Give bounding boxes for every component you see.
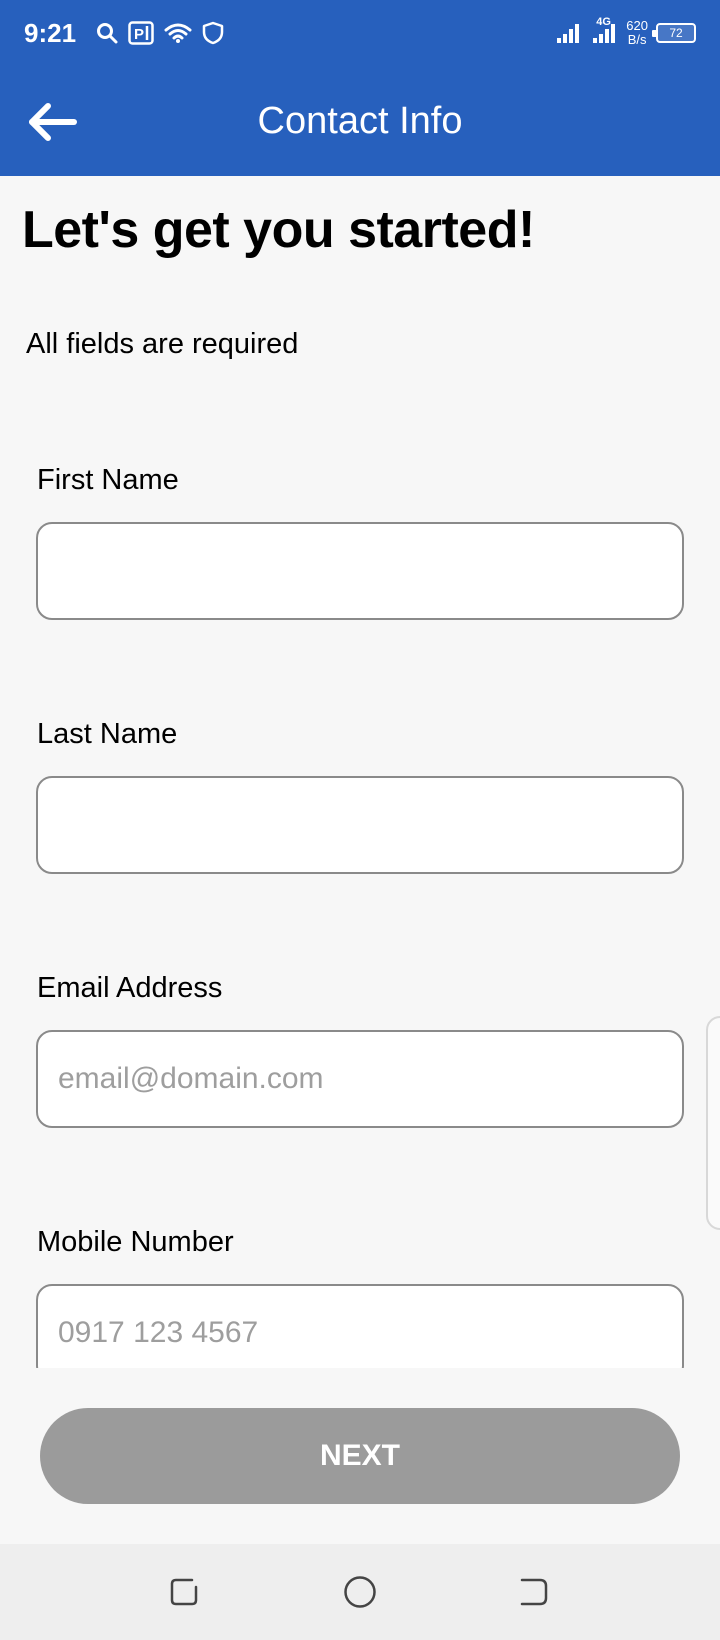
- network-speed-unit: B/s: [627, 32, 647, 47]
- network-speed: 620 B/s: [626, 19, 648, 47]
- svg-text:P: P: [134, 26, 144, 43]
- first-name-field[interactable]: [36, 522, 684, 620]
- status-bar-right: 4G 620 B/s 72: [546, 16, 696, 47]
- parking-icon: P: [128, 21, 154, 45]
- signal-4g-icon: 4G: [592, 16, 618, 44]
- last-name-label: Last Name: [37, 718, 178, 750]
- back-icon[interactable]: [512, 1570, 556, 1614]
- search-icon: [96, 22, 118, 44]
- status-time: 9:21: [24, 17, 77, 48]
- next-button[interactable]: NEXT: [40, 1408, 680, 1504]
- edge-panel-handle[interactable]: [706, 1016, 720, 1230]
- page-title: Contact Info: [257, 100, 463, 142]
- shield-icon: [202, 21, 224, 45]
- battery-icon: 72: [652, 23, 696, 43]
- signal-icon: [556, 22, 582, 44]
- mobile-number-label: Mobile Number: [37, 1226, 234, 1258]
- form-heading: Let's get you started!: [22, 201, 535, 259]
- system-nav-bar: [0, 1544, 720, 1640]
- status-bar: 9:21 P 4G 620 B/s 72: [0, 0, 720, 66]
- email-field[interactable]: [36, 1030, 684, 1128]
- recent-apps-icon[interactable]: [162, 1570, 206, 1614]
- required-note: All fields are required: [26, 328, 299, 360]
- last-name-field[interactable]: [36, 776, 684, 874]
- network-type: 4G: [596, 16, 611, 28]
- email-label: Email Address: [37, 972, 223, 1004]
- battery-level: 72: [669, 26, 683, 40]
- app-bar: Contact Info: [0, 66, 720, 176]
- network-speed-value: 620: [626, 18, 648, 33]
- status-bar-left: 9:21 P: [24, 18, 224, 49]
- home-icon[interactable]: [338, 1570, 382, 1614]
- wifi-icon: [164, 22, 192, 44]
- first-name-label: First Name: [37, 464, 179, 496]
